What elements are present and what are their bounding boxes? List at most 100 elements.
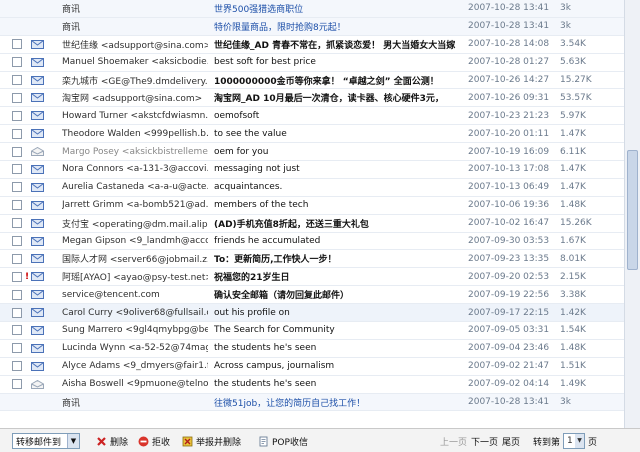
next-page-link[interactable]: 下一页 xyxy=(471,435,498,448)
mail-row[interactable]: Jarrett Grimm <a-bomb521@ad... members of… xyxy=(0,197,624,215)
delete-button[interactable]: 删除 xyxy=(96,435,128,448)
mail-row[interactable]: Theodore Walden <999pellish.b... to see t… xyxy=(0,125,624,144)
row-checkbox[interactable] xyxy=(12,253,22,264)
subject-link[interactable]: acquaintances. xyxy=(214,182,464,192)
subject-link[interactable]: best soft for best price xyxy=(214,57,464,67)
chevron-down-icon[interactable]: ▼ xyxy=(67,434,79,448)
subject-link[interactable]: 确认安全邮箱（请勿回复此邮件） xyxy=(214,288,464,301)
subject-link[interactable]: friends he accumulated xyxy=(214,236,464,246)
subject-link[interactable]: 世界500强猎选商职位 xyxy=(214,2,464,15)
subject-link[interactable]: 世纪佳缘_AD 青春不常在，抓紧谈恋爱！ 男大当婚女大当嫁 xyxy=(214,38,464,51)
mail-row[interactable]: ! 阿瑶[AYAO] <ayao@psy-test.net> 祝福您的21岁生日 20… xyxy=(0,268,624,287)
mail-size: 2.15K xyxy=(560,271,586,282)
subject-link[interactable]: to see the value xyxy=(214,129,464,139)
last-page-link[interactable]: 尾页 xyxy=(502,435,520,448)
mail-row[interactable]: service@tencent.com 确认安全邮箱（请勿回复此邮件） 2007-0… xyxy=(0,286,624,305)
subject-link[interactable]: 1000000000金币等你来拿！ “卓越之剑” 全面公测！ xyxy=(214,74,464,87)
sender: 商讯 xyxy=(62,22,81,33)
mail-row[interactable]: 世纪佳缘 <adsupport@sina.com> 世纪佳缘_AD 青春不常在，抓… xyxy=(0,36,624,54)
mail-row[interactable]: 支付宝 <operating@dm.mail.alip... (AD)手机充值8折… xyxy=(0,215,624,233)
subject-link[interactable]: (AD)手机充值8折起，还送三重大礼包 xyxy=(214,217,464,230)
mail-row[interactable]: Megan Gipson <9_landmh@accov... friends h… xyxy=(0,233,624,251)
envelope-unread-icon xyxy=(31,75,44,85)
row-checkbox[interactable] xyxy=(12,379,22,390)
sender: Nora Connors <a-131-3@accovi... xyxy=(62,164,208,175)
mail-row[interactable]: Nora Connors <a-131-3@accovi... messaging… xyxy=(0,161,624,179)
page-number-select[interactable]: 1 ▼ xyxy=(563,433,585,449)
row-checkbox[interactable] xyxy=(12,325,22,336)
envelope-unread-icon xyxy=(31,361,44,371)
subject-link[interactable]: oem for you xyxy=(214,147,464,157)
received-date: 2007-09-19 22:56 xyxy=(468,289,550,300)
mail-size: 3.54K xyxy=(560,39,586,50)
row-checkbox[interactable] xyxy=(12,289,22,300)
row-checkbox[interactable] xyxy=(12,164,22,175)
mail-row[interactable]: Manuel Shoemaker <aksicbodie... best soft… xyxy=(0,54,624,72)
subject-link[interactable]: the students he's seen xyxy=(214,379,464,389)
mail-row[interactable]: Carol Curry <9oliver68@fullsail.c... out … xyxy=(0,304,624,323)
subject-link[interactable]: the students he's seen xyxy=(214,343,464,353)
mail-row[interactable]: Sung Marrero <9gl4qmybpg@be... The Search… xyxy=(0,322,624,340)
scrollbar-thumb[interactable] xyxy=(627,150,638,270)
received-date: 2007-09-20 02:53 xyxy=(468,271,550,282)
row-checkbox[interactable] xyxy=(12,271,22,282)
row-checkbox[interactable] xyxy=(12,92,22,103)
subject-link[interactable]: 祝福您的21岁生日 xyxy=(214,270,464,283)
ad-row[interactable]: 商讯 往微51job，让您的简历自己找工作！ 2007-10-28 13:41 3k xyxy=(0,393,624,412)
report-delete-button[interactable]: 举报并删除 xyxy=(182,435,241,448)
subject-link[interactable]: 往微51job，让您的简历自己找工作！ xyxy=(214,396,464,409)
row-checkbox[interactable] xyxy=(12,75,22,85)
received-date: 2007-09-23 13:35 xyxy=(468,253,550,264)
move-to-select[interactable]: 转移邮件到 ▼ xyxy=(12,433,80,449)
row-checkbox[interactable] xyxy=(12,57,22,68)
row-checkbox[interactable] xyxy=(12,307,22,318)
sender: 商讯 xyxy=(62,398,81,409)
sender: 支付宝 <operating@dm.mail.alip... xyxy=(62,219,208,230)
row-checkbox[interactable] xyxy=(12,200,22,211)
mail-size: 15.27K xyxy=(560,75,592,85)
mail-size: 1.51K xyxy=(560,361,586,372)
row-checkbox[interactable] xyxy=(12,361,22,372)
received-date: 2007-10-26 09:31 xyxy=(468,92,550,103)
row-checkbox[interactable] xyxy=(12,218,22,229)
row-checkbox[interactable] xyxy=(12,39,22,50)
received-date: 2007-10-06 19:36 xyxy=(468,200,550,211)
mail-row[interactable]: 淘宝网 <adsupport@sina.com> 淘宝网_AD 10月最后一次清仓… xyxy=(0,89,624,108)
mail-row[interactable]: Alyce Adams <9_dmyers@fair1.f... Across c… xyxy=(0,358,624,376)
ad-row[interactable]: 商讯 特价限量商品，限时抢购8元起！ 2007-10-28 13:41 3k xyxy=(0,17,624,36)
mail-row[interactable]: Lucinda Wynn <a-52-52@74mag... the studen… xyxy=(0,340,624,358)
row-checkbox[interactable] xyxy=(12,128,22,139)
mail-row[interactable]: Howard Turner <akstcfdwiasmn... oemofsoft… xyxy=(0,107,624,126)
sender: 栾九城市 <GE@The9.dmdelivery... xyxy=(62,76,208,87)
subject-link[interactable]: oemofsoft xyxy=(214,111,464,121)
reject-button[interactable]: 拒收 xyxy=(138,435,170,448)
mail-row[interactable]: 栾九城市 <GE@The9.dmdelivery... 1000000000金币等… xyxy=(0,72,624,90)
page-number-value: 1 xyxy=(567,436,573,446)
chevron-down-icon[interactable]: ▼ xyxy=(575,434,584,448)
row-checkbox[interactable] xyxy=(12,236,22,247)
pop-receive-button[interactable]: POP收信 xyxy=(258,435,308,448)
subject-link[interactable]: messaging not just xyxy=(214,164,464,174)
mail-row[interactable]: Aisha Boswell <9pmuone@telnor... the stud… xyxy=(0,376,624,394)
subject-link[interactable]: members of the tech xyxy=(214,200,464,210)
prev-page-link[interactable]: 上一页 xyxy=(440,435,467,448)
row-checkbox[interactable] xyxy=(12,182,22,193)
subject-link[interactable]: 特价限量商品，限时抢购8元起！ xyxy=(214,20,464,33)
subject-link[interactable]: Across campus, journalism xyxy=(214,361,464,371)
subject-link[interactable]: The Search for Community xyxy=(214,325,464,335)
report-delete-label: 举报并删除 xyxy=(196,438,242,448)
row-checkbox[interactable] xyxy=(12,343,22,354)
row-checkbox[interactable] xyxy=(12,110,22,121)
mail-row[interactable]: Aurelia Castaneda <a-a-u@acte... acquaint… xyxy=(0,179,624,197)
subject-link[interactable]: out his profile on xyxy=(214,308,464,318)
sender: Sung Marrero <9gl4qmybpg@be... xyxy=(62,325,208,336)
ad-row[interactable]: 商讯 世界500强猎选商职位 2007-10-28 13:41 3k xyxy=(0,0,624,18)
row-checkbox[interactable] xyxy=(12,146,22,157)
subject-link[interactable]: To：更新简历,工作快人一步！ xyxy=(214,252,464,265)
move-to-label: 转移邮件到 xyxy=(16,437,62,448)
mail-row[interactable]: Margo Posey <aksickbistrelleme... oem for… xyxy=(0,143,624,162)
vertical-scrollbar[interactable] xyxy=(624,0,640,428)
mail-row[interactable]: 国际人才网 <server66@jobmail.z... To：更新简历,工作快人… xyxy=(0,250,624,269)
envelope-unread-icon xyxy=(31,111,44,121)
subject-link[interactable]: 淘宝网_AD 10月最后一次清仓，读卡器、核心硬件3元， xyxy=(214,91,464,104)
